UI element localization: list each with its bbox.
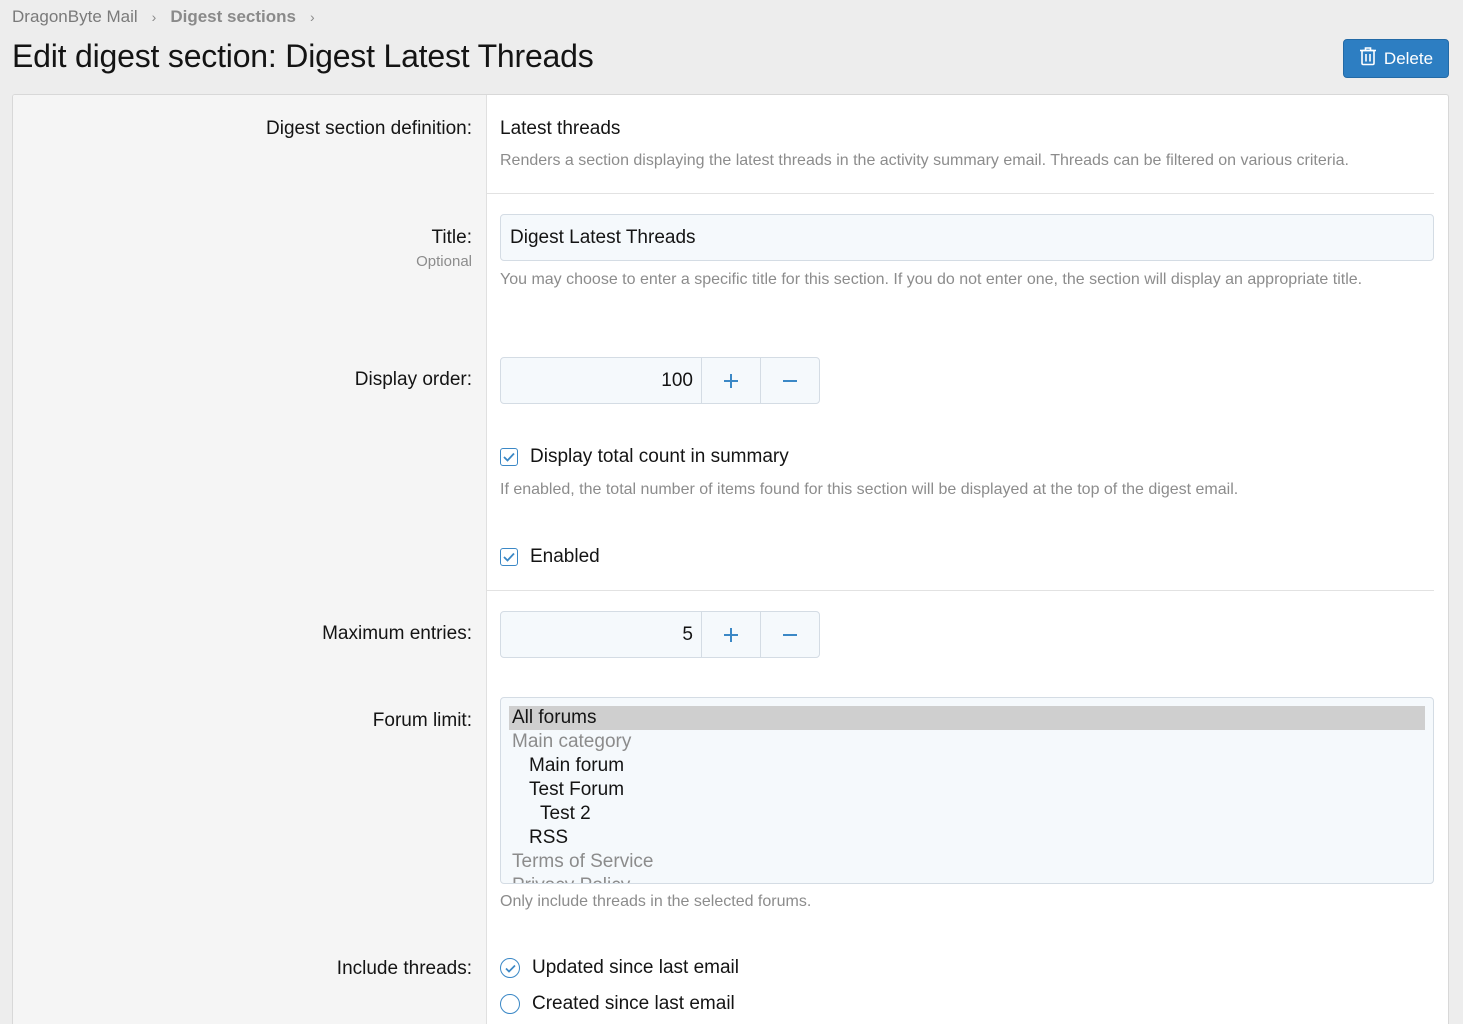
breadcrumb-link-digest-sections[interactable]: Digest sections — [170, 7, 296, 27]
display-order-input[interactable] — [501, 358, 701, 403]
minus-icon — [783, 633, 797, 636]
max-entries-increment-button[interactable] — [701, 612, 760, 657]
delete-button-label: Delete — [1383, 48, 1434, 68]
chevron-right-icon: › — [151, 9, 157, 25]
plus-icon — [724, 373, 738, 388]
total-count-explain: If enabled, the total number of items fo… — [500, 481, 1239, 498]
max-entries-label: Maximum entries: — [322, 623, 472, 644]
forum-option[interactable]: Main category — [509, 730, 1425, 754]
enabled-label: Enabled — [530, 546, 600, 567]
plus-icon — [724, 627, 738, 642]
chevron-right-icon: › — [310, 9, 315, 25]
definition-label: Digest section definition: — [266, 118, 472, 139]
divider — [487, 590, 1434, 591]
forum-option[interactable]: RSS — [509, 826, 1425, 850]
label-column — [13, 95, 487, 1024]
include-threads-label: Include threads: — [336, 958, 472, 979]
divider — [487, 193, 1434, 194]
title-label: Title: — [431, 227, 472, 248]
total-count-label: Display total count in summary — [530, 446, 789, 467]
definition-description: Renders a section displaying the latest … — [500, 152, 1349, 169]
title-input[interactable] — [500, 214, 1434, 261]
checkmark-icon — [504, 964, 516, 973]
checkmark-icon — [503, 452, 515, 462]
total-count-checkbox-row[interactable]: Display total count in summary — [500, 446, 789, 468]
include-threads-option-updated[interactable]: Updated since last email — [500, 957, 739, 979]
title-explain: You may choose to enter a specific title… — [500, 271, 1363, 288]
breadcrumb: DragonByte Mail › Digest sections › — [12, 6, 329, 28]
title-optional-hint: Optional — [416, 253, 472, 270]
enabled-checkbox-row[interactable]: Enabled — [500, 546, 600, 568]
forum-option[interactable]: Main forum — [509, 754, 1425, 778]
forum-option[interactable]: All forums — [509, 706, 1425, 730]
max-entries-decrement-button[interactable] — [760, 612, 819, 657]
checkmark-icon — [503, 552, 515, 562]
max-entries-input[interactable] — [501, 612, 701, 657]
radio-selected[interactable] — [500, 958, 520, 978]
breadcrumb-link-dragonbyte-mail[interactable]: DragonByte Mail — [12, 7, 138, 27]
forum-option[interactable]: Test Forum — [509, 778, 1425, 802]
forum-limit-listbox[interactable]: All forums Main category Main forum Test… — [500, 697, 1434, 884]
definition-value: Latest threads — [500, 118, 621, 139]
include-threads-updated-label: Updated since last email — [532, 957, 739, 978]
forum-limit-explain: Only include threads in the selected for… — [500, 893, 812, 910]
total-count-checkbox[interactable] — [500, 448, 518, 466]
radio-unselected[interactable] — [500, 994, 520, 1014]
forum-option[interactable]: Test 2 — [509, 802, 1425, 826]
delete-button[interactable]: Delete — [1343, 39, 1449, 78]
forum-limit-label: Forum limit: — [372, 710, 472, 731]
forum-option[interactable]: Terms of Service — [509, 850, 1425, 874]
enabled-checkbox[interactable] — [500, 548, 518, 566]
include-threads-created-label: Created since last email — [532, 993, 735, 1014]
max-entries-stepper — [500, 611, 820, 658]
include-threads-option-created[interactable]: Created since last email — [500, 993, 735, 1015]
page-title: Edit digest section: Digest Latest Threa… — [12, 38, 594, 74]
display-order-decrement-button[interactable] — [760, 358, 819, 403]
forum-option[interactable]: Privacy Policy — [509, 874, 1425, 883]
minus-icon — [783, 379, 797, 382]
trash-icon — [1359, 46, 1377, 71]
display-order-label: Display order: — [354, 369, 472, 390]
display-order-increment-button[interactable] — [701, 358, 760, 403]
display-order-stepper — [500, 357, 820, 404]
form-panel: Digest section definition: Latest thread… — [12, 94, 1449, 1024]
